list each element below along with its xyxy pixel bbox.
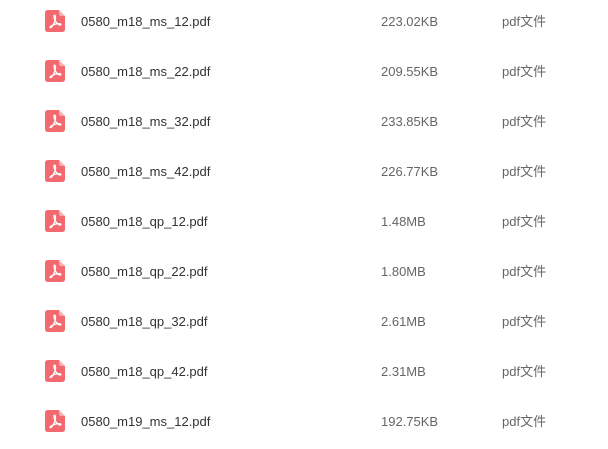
file-list: 0580_m18_ms_12.pdf 223.02KB pdf文件 0580_m… bbox=[0, 0, 608, 437]
file-type: pdf文件 bbox=[502, 364, 547, 379]
file-name[interactable]: 0580_m18_ms_22.pdf bbox=[81, 64, 210, 80]
file-name[interactable]: 0580_m18_ms_42.pdf bbox=[81, 164, 210, 180]
file-size: 209.55KB bbox=[381, 64, 439, 79]
file-name[interactable]: 0580_m18_ms_32.pdf bbox=[81, 114, 210, 130]
file-size: 2.31MB bbox=[381, 364, 426, 379]
file-size: 226.77KB bbox=[381, 164, 439, 179]
pdf-file-icon bbox=[45, 160, 65, 182]
pdf-file-icon bbox=[45, 410, 65, 432]
file-row[interactable]: 0580_m18_ms_12.pdf 223.02KB pdf文件 bbox=[0, 0, 608, 49]
file-row[interactable]: 0580_m18_qp_42.pdf 2.31MB pdf文件 bbox=[0, 349, 608, 399]
file-row[interactable]: 0580_m18_qp_12.pdf 1.48MB pdf文件 bbox=[0, 199, 608, 249]
file-size: 1.48MB bbox=[381, 214, 426, 229]
file-row[interactable]: 0580_m19_ms_12.pdf 192.75KB pdf文件 bbox=[0, 399, 608, 449]
file-row[interactable]: 0580_m18_ms_42.pdf 226.77KB pdf文件 bbox=[0, 149, 608, 199]
pdf-file-icon bbox=[45, 60, 65, 82]
file-type: pdf文件 bbox=[502, 214, 547, 229]
file-size: 233.85KB bbox=[381, 114, 439, 129]
file-type: pdf文件 bbox=[502, 414, 547, 429]
pdf-file-icon bbox=[45, 260, 65, 282]
file-size: 1.80MB bbox=[381, 264, 426, 279]
file-row[interactable]: 0580_m18_ms_32.pdf 233.85KB pdf文件 bbox=[0, 99, 608, 149]
file-name[interactable]: 0580_m18_qp_22.pdf bbox=[81, 264, 208, 280]
file-row[interactable]: 0580_m18_ms_22.pdf 209.55KB pdf文件 bbox=[0, 49, 608, 99]
pdf-file-icon bbox=[45, 310, 65, 332]
file-type: pdf文件 bbox=[502, 64, 547, 79]
pdf-file-icon bbox=[45, 110, 65, 132]
file-type: pdf文件 bbox=[502, 164, 547, 179]
file-name[interactable]: 0580_m18_ms_12.pdf bbox=[81, 14, 210, 30]
file-type: pdf文件 bbox=[502, 314, 547, 329]
file-name[interactable]: 0580_m18_qp_12.pdf bbox=[81, 214, 208, 230]
file-row[interactable]: 0580_m18_qp_32.pdf 2.61MB pdf文件 bbox=[0, 299, 608, 349]
file-name[interactable]: 0580_m18_qp_32.pdf bbox=[81, 314, 208, 330]
file-row[interactable]: 0580_m18_qp_22.pdf 1.80MB pdf文件 bbox=[0, 249, 608, 299]
file-size: 223.02KB bbox=[381, 14, 439, 29]
file-type: pdf文件 bbox=[502, 14, 547, 29]
pdf-file-icon bbox=[45, 10, 65, 32]
pdf-file-icon bbox=[45, 210, 65, 232]
file-size: 2.61MB bbox=[381, 314, 426, 329]
pdf-file-icon bbox=[45, 360, 65, 382]
file-type: pdf文件 bbox=[502, 114, 547, 129]
file-name[interactable]: 0580_m19_ms_12.pdf bbox=[81, 414, 210, 430]
file-type: pdf文件 bbox=[502, 264, 547, 279]
file-size: 192.75KB bbox=[381, 414, 439, 429]
file-name[interactable]: 0580_m18_qp_42.pdf bbox=[81, 364, 208, 380]
